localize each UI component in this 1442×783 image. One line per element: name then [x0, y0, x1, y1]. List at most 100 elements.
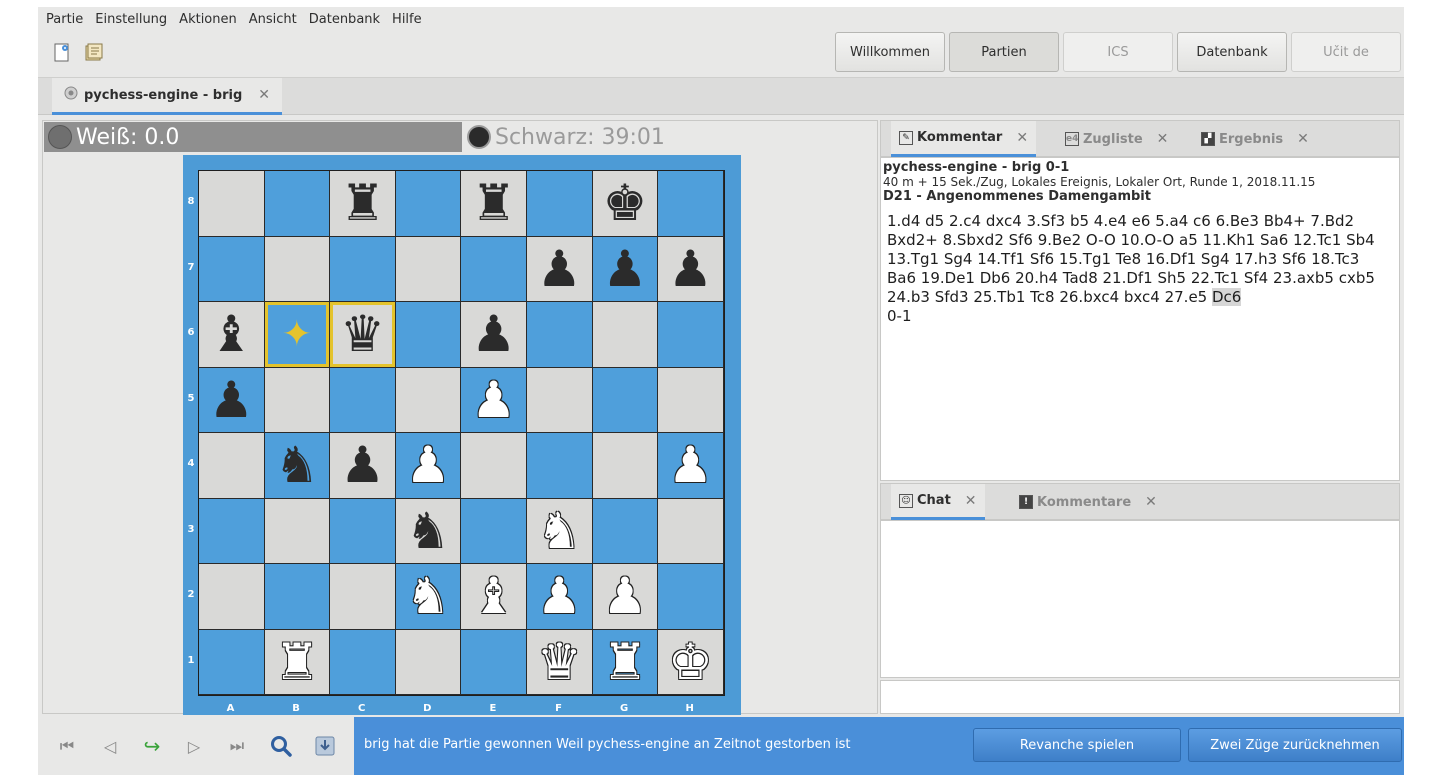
square-b2[interactable]	[264, 564, 331, 630]
square-e2[interactable]: ♝	[461, 564, 527, 630]
square-c5[interactable]	[330, 367, 396, 433]
menu-aktionen[interactable]: Aktionen	[173, 12, 243, 27]
save-icon[interactable]	[312, 733, 338, 759]
close-icon[interactable]: ✕	[1157, 131, 1169, 147]
tab-chat[interactable]: ☺ Chat ✕	[891, 484, 985, 520]
square-a1[interactable]	[199, 629, 265, 695]
tab-kommentar[interactable]: ✎ Kommentar ✕	[891, 121, 1037, 157]
undo-two-moves-button[interactable]: Zwei Züge zurücknehmen	[1188, 728, 1402, 762]
black-pawn-piece[interactable]: ♟	[537, 244, 582, 294]
square-b3[interactable]	[264, 498, 331, 564]
annotation-panel[interactable]: pychess-engine - brig 0-1 40 m + 15 Sek.…	[880, 157, 1400, 481]
square-a4[interactable]	[199, 433, 265, 499]
square-a3[interactable]	[199, 498, 265, 564]
game-tab[interactable]: pychess-engine - brig ✕	[52, 78, 282, 115]
square-e4[interactable]	[461, 433, 527, 499]
close-icon[interactable]: ✕	[1016, 130, 1028, 146]
square-a8[interactable]	[199, 171, 265, 237]
close-icon[interactable]: ✕	[1145, 494, 1157, 510]
black-pawn-piece[interactable]: ♟	[340, 440, 385, 490]
square-c4[interactable]: ♟	[330, 433, 396, 499]
black-pawn-piece[interactable]: ♟	[209, 375, 254, 425]
menu-hilfe[interactable]: Hilfe	[386, 12, 428, 27]
white-pawn-piece[interactable]: ♟	[668, 440, 713, 490]
redo-icon[interactable]: ↪	[139, 733, 165, 759]
chess-board[interactable]: ♜ ♜ ♚ ♟ ♟ ♟ ♝ ✦ ♛ ♟ ♟ ♟ ♞ ♟ ♟ ♟ ♞ ♞ ♞ ♝ ♟ ♟ ♜ ♛ ♜ ♚ 8 7 6 5 4 3 2 1 A B C D E…	[183, 155, 741, 715]
square-d3[interactable]: ♞	[395, 498, 462, 564]
white-bishop-piece[interactable]: ♝	[471, 571, 516, 621]
black-pawn-piece[interactable]: ♟	[602, 244, 647, 294]
perspective-partien-button[interactable]: Partien	[949, 32, 1059, 72]
square-d7[interactable]	[395, 236, 462, 302]
close-icon[interactable]: ✕	[258, 87, 270, 103]
square-g1[interactable]: ♜	[592, 629, 659, 695]
square-b7[interactable]	[264, 236, 331, 302]
last-move-icon[interactable]: ⏭	[224, 733, 250, 759]
tab-kommentare[interactable]: ! Kommentare ✕	[1011, 484, 1165, 520]
square-f8[interactable]	[526, 171, 593, 237]
square-h2[interactable]	[658, 564, 724, 630]
square-g3[interactable]	[592, 498, 659, 564]
square-f3[interactable]: ♞	[526, 498, 593, 564]
square-d6[interactable]	[395, 302, 462, 368]
square-f1[interactable]: ♛	[526, 629, 593, 695]
first-move-icon[interactable]: ⏮	[54, 733, 80, 759]
rematch-button[interactable]: Revanche spielen	[973, 728, 1181, 762]
square-g8[interactable]: ♚	[592, 171, 659, 237]
square-g4[interactable]	[592, 433, 659, 499]
square-c7[interactable]	[330, 236, 396, 302]
menu-einstellung[interactable]: Einstellung	[89, 12, 173, 27]
menu-datenbank[interactable]: Datenbank	[303, 12, 386, 27]
white-pawn-piece[interactable]: ♟	[537, 571, 582, 621]
square-h4[interactable]: ♟	[658, 433, 724, 499]
perspective-willkommen-button[interactable]: Willkommen	[835, 32, 945, 72]
square-d1[interactable]	[395, 629, 462, 695]
square-f4[interactable]	[526, 433, 593, 499]
square-f2[interactable]: ♟	[526, 564, 593, 630]
square-c1[interactable]	[330, 629, 396, 695]
black-queen-piece[interactable]: ♛	[340, 309, 385, 359]
tab-ergebnis[interactable]: ▞ Ergebnis ✕	[1193, 121, 1317, 157]
square-g2[interactable]: ♟	[592, 564, 659, 630]
square-h7[interactable]: ♟	[658, 236, 724, 302]
square-d8[interactable]	[395, 171, 462, 237]
white-king-piece[interactable]: ♚	[668, 637, 713, 687]
black-pawn-piece[interactable]: ♟	[471, 309, 516, 359]
square-a6[interactable]: ♝	[199, 302, 265, 368]
square-h1[interactable]: ♚	[658, 629, 724, 695]
menu-partie[interactable]: Partie	[40, 12, 89, 27]
search-icon[interactable]	[268, 733, 294, 759]
white-knight-piece[interactable]: ♞	[537, 506, 582, 556]
square-b5[interactable]	[264, 367, 331, 433]
open-database-icon[interactable]	[82, 41, 106, 65]
black-pawn-piece[interactable]: ♟	[668, 244, 713, 294]
perspective-ics-button[interactable]: ICS	[1063, 32, 1173, 72]
square-b8[interactable]	[264, 171, 331, 237]
square-d4[interactable]: ♟	[395, 433, 462, 499]
white-pawn-piece[interactable]: ♟	[406, 440, 451, 490]
square-a2[interactable]	[199, 564, 265, 630]
black-knight-piece[interactable]: ♞	[406, 506, 451, 556]
chat-input[interactable]	[880, 680, 1400, 714]
square-b1[interactable]: ♜	[264, 629, 331, 695]
menu-ansicht[interactable]: Ansicht	[243, 12, 303, 27]
close-icon[interactable]: ✕	[1297, 131, 1309, 147]
white-knight-piece[interactable]: ♞	[406, 571, 451, 621]
perspective-datenbank-button[interactable]: Datenbank	[1177, 32, 1287, 72]
square-f6[interactable]	[526, 302, 593, 368]
square-e5[interactable]: ♟	[461, 367, 527, 433]
black-rook-piece[interactable]: ♜	[340, 178, 385, 228]
tab-zugliste[interactable]: e4 Zugliste ✕	[1057, 121, 1176, 157]
square-e7[interactable]	[461, 236, 527, 302]
square-h5[interactable]	[658, 367, 724, 433]
square-g7[interactable]: ♟	[592, 236, 659, 302]
previous-move-icon[interactable]: ◁	[97, 733, 123, 759]
square-c6[interactable]: ♛	[330, 302, 396, 368]
black-knight-piece[interactable]: ♞	[274, 440, 319, 490]
square-b4[interactable]: ♞	[264, 433, 331, 499]
square-d5[interactable]	[395, 367, 462, 433]
white-queen-piece[interactable]: ♛	[537, 637, 582, 687]
move-list-text[interactable]: 1.d4 d5 2.c4 dxc4 3.Sf3 b5 4.e4 e6 5.a4 …	[887, 212, 1375, 306]
black-king-piece[interactable]: ♚	[602, 178, 647, 228]
square-a7[interactable]	[199, 236, 265, 302]
